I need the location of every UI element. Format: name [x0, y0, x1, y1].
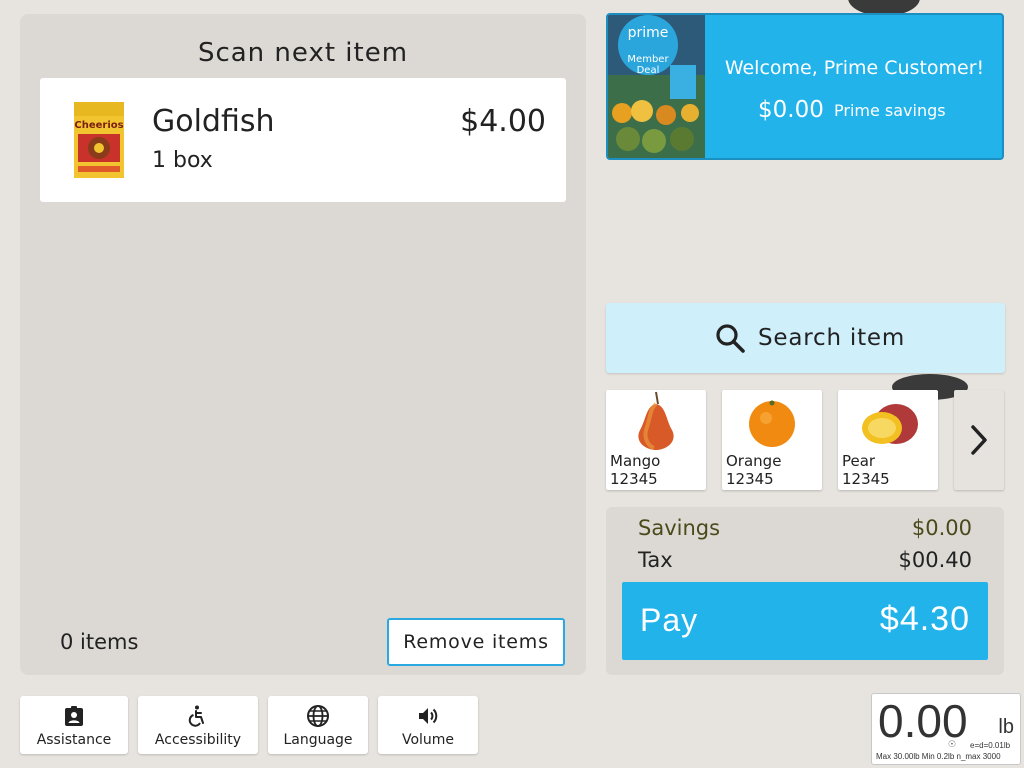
accessibility-label: Accessibility: [154, 732, 242, 748]
globe-icon: [307, 705, 329, 727]
cereal-box-thumbnail: Cheerios: [74, 102, 124, 178]
volume-icon: [419, 708, 438, 724]
pay-label: Pay: [640, 602, 699, 638]
cart-item[interactable]: Cheerios Goldfish 1 box $4.00: [40, 78, 566, 202]
tax-value: $00.40: [898, 548, 972, 572]
pay-button[interactable]: Pay $4.30: [622, 582, 988, 660]
svg-text:Member: Member: [627, 54, 669, 65]
accessibility-button[interactable]: Accessibility: [138, 696, 258, 754]
savings-label: Savings: [638, 516, 721, 540]
language-label: Language: [283, 732, 353, 748]
svg-text:Deal: Deal: [637, 65, 660, 76]
produce-tile-mango[interactable]: Mango 12345: [606, 390, 706, 490]
produce-name: Pear: [842, 452, 876, 470]
produce-tile-pear[interactable]: Pear 12345: [838, 390, 938, 490]
produce-tile-orange[interactable]: Orange 12345: [722, 390, 822, 490]
prime-member-deal-produce-photo: prime Member Deal: [608, 15, 705, 158]
assistance-label: Assistance: [36, 732, 112, 748]
prime-savings-label: Prime savings: [834, 101, 946, 120]
search-icon: [716, 324, 745, 353]
mango-image: [862, 404, 918, 444]
produce-code: 12345: [726, 470, 774, 488]
assistance-button[interactable]: Assistance: [20, 696, 128, 754]
search-item-button[interactable]: Search item: [606, 303, 1005, 373]
cart-panel: Scan next item Cheerios Goldfish 1 box $…: [20, 14, 586, 675]
svg-text:prime: prime: [628, 25, 669, 41]
assistance-badge-icon: [65, 706, 83, 726]
items-count: 0 items: [60, 630, 139, 654]
item-price: $4.00: [460, 104, 546, 139]
tax-label: Tax: [638, 548, 673, 572]
language-button[interactable]: Language: [268, 696, 368, 754]
produce-name: Mango: [610, 452, 661, 470]
savings-value: $0.00: [911, 516, 972, 540]
totals-panel: Savings $0.00 Tax $00.40 Pay $4.30: [606, 507, 1004, 675]
produce-code: 12345: [610, 470, 658, 488]
produce-code: 12345: [842, 470, 890, 488]
orange-image: [749, 400, 795, 447]
svg-text:Cheerios: Cheerios: [74, 120, 123, 131]
pear-image: [638, 391, 674, 450]
volume-button[interactable]: Volume: [378, 696, 478, 754]
remove-items-button[interactable]: Remove items: [387, 618, 565, 666]
volume-label: Volume: [401, 732, 455, 748]
scale-display: 0.00 lb ☉ e=d=0.01lb Max 30.00lb Min 0.2…: [871, 693, 1021, 765]
item-quantity: 1 box: [152, 148, 213, 173]
eye-icon: ☉: [948, 740, 957, 750]
prime-savings-amount: $0.00: [758, 97, 824, 123]
prime-welcome-text: Welcome, Prime Customer!: [724, 57, 985, 79]
produce-name: Orange: [726, 452, 782, 470]
item-name: Goldfish: [152, 104, 275, 139]
scale-weight-unit: lb: [998, 716, 1014, 738]
scale-specs: Max 30.00lb Min 0.2lb n_max 3000: [876, 752, 1001, 761]
chevron-right-icon: [971, 425, 987, 455]
pay-amount: $4.30: [879, 600, 970, 638]
accessibility-icon: [188, 705, 204, 727]
cart-title: Scan next item: [197, 38, 409, 68]
search-item-label: Search item: [758, 325, 906, 351]
produce-next-button[interactable]: [954, 390, 1004, 490]
prime-banner: prime Member Deal Welcome, Prime Custome…: [606, 13, 1004, 160]
scale-division: e=d=0.01lb: [970, 741, 1011, 750]
